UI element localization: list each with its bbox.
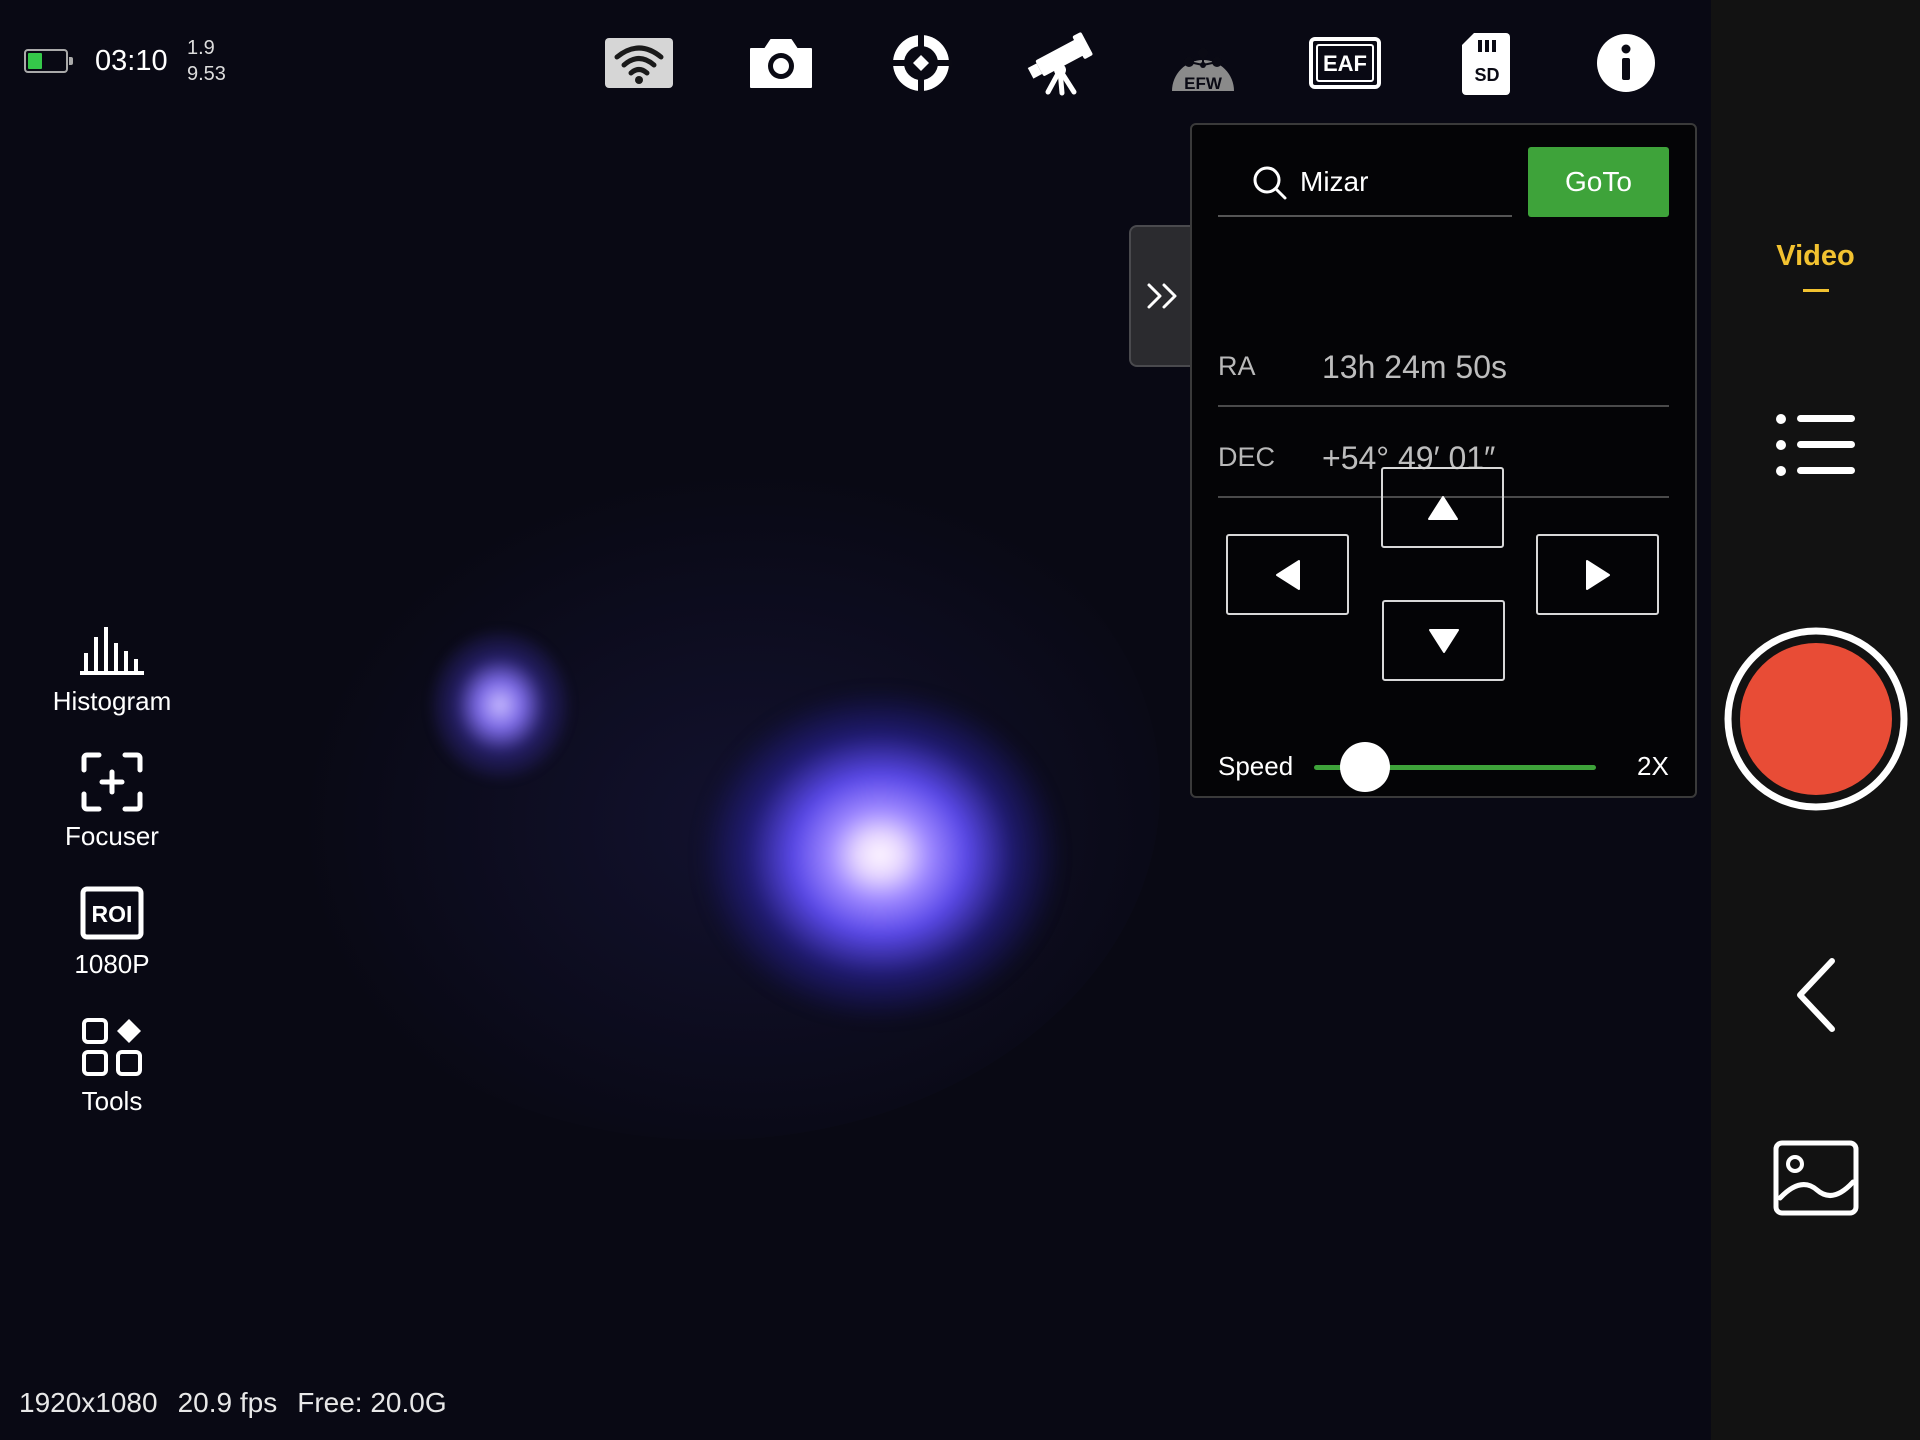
speed-value: 2X [1637,751,1669,781]
companion-star [430,630,570,780]
move-left-button[interactable] [1226,534,1349,615]
tools-button[interactable]: Tools [0,1017,224,1117]
resolution-text: 1920x1080 [19,1387,158,1418]
status-bar: 03:10 1.9 9.53 [0,0,400,120]
battery-icon [24,49,73,73]
histogram-icon [80,627,144,675]
arrow-left-icon [1275,559,1300,590]
collapse-panel-button[interactable] [1129,225,1195,367]
move-down-button[interactable] [1382,600,1505,681]
gallery-button[interactable] [1711,1138,1920,1218]
efw-icon[interactable]: EFW [1163,25,1243,100]
right-rail: Video [1711,0,1920,1440]
move-up-button[interactable] [1381,467,1504,548]
search-input[interactable] [1298,163,1502,201]
goto-panel: GoTo RA 13h 24m 50s DEC +54° 49′ 01″ Spe… [1190,123,1697,798]
back-button[interactable] [1711,950,1920,1040]
ra-value[interactable]: 13h 24m 50s [1322,349,1507,386]
double-chevron-right-icon [1147,283,1177,309]
chevron-left-icon [1796,958,1835,1032]
crosshair-icon[interactable] [881,25,961,100]
clock: 03:10 [95,45,168,77]
record-button[interactable] [1711,626,1920,812]
record-icon [1724,627,1907,811]
sd-label: SD [1474,65,1499,85]
focuser-button[interactable]: Focuser [0,752,224,852]
speed-label: Speed [1218,751,1294,781]
arrow-up-icon [1427,495,1458,520]
list-menu-icon [1775,414,1855,476]
eaf-icon[interactable]: EAF [1305,25,1385,100]
sd-card-icon[interactable]: SD [1446,25,1526,100]
capture-info: 1920x1080 20.9 fps Free: 20.0G [19,1387,467,1419]
free-space-text: Free: 20.0G [297,1387,447,1418]
ra-row: RA 13h 24m 50s [1218,325,1669,407]
eaf-label: EAF [1323,51,1367,76]
arrow-down-icon [1428,628,1459,653]
fps-text: 20.9 fps [177,1387,278,1418]
focuser-label: Focuser [65,821,159,851]
camera-icon[interactable] [741,25,821,100]
search-icon [1253,166,1287,200]
roi-button[interactable]: ROI 1080P [0,886,224,980]
info-icon[interactable] [1586,25,1666,100]
histogram-label: Histogram [52,686,172,716]
gallery-icon [1773,1140,1858,1216]
roi-label: 1080P [74,949,150,979]
mode-video-tab[interactable]: Video [1711,240,1920,273]
menu-button[interactable] [1711,400,1920,490]
search-field[interactable] [1218,147,1512,217]
roi-badge: ROI [92,901,133,927]
roi-icon: ROI [80,886,144,940]
target-star [700,690,1060,1020]
move-right-button[interactable] [1536,534,1659,615]
tools-label: Tools [81,1086,143,1116]
histogram-button[interactable]: Histogram [0,625,224,717]
arrow-right-icon [1585,559,1610,590]
speed-slider-handle[interactable] [1340,742,1391,792]
tools-icon [82,1018,142,1076]
efw-label: EFW [1184,74,1223,93]
ra-label: RA [1218,351,1256,381]
mode-indicator [1803,289,1829,292]
focuser-icon [81,752,143,812]
goto-button[interactable]: GoTo [1528,147,1669,217]
wifi-icon[interactable] [599,25,679,100]
stat-bottom: 9.53 [187,63,226,85]
dec-label: DEC [1218,442,1276,472]
stat-top: 1.9 [187,37,215,59]
telescope-icon[interactable] [1022,25,1102,100]
